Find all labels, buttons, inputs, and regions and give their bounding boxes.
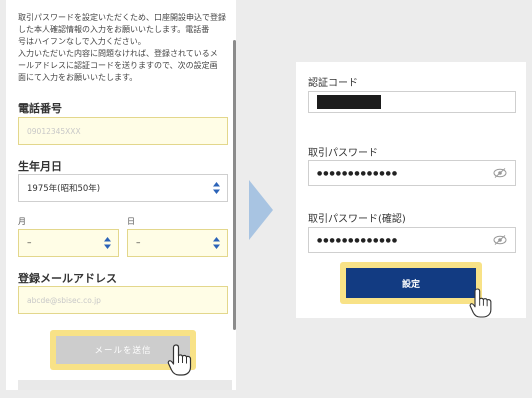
set-button-highlight: 設定 <box>340 262 482 304</box>
birthdate-label: 生年月日 <box>18 160 62 173</box>
birth-year-select[interactable]: 1975年(昭和50年) <box>18 174 228 202</box>
pointing-hand-icon <box>469 288 492 318</box>
email-label: 登録メールアドレス <box>18 272 117 285</box>
birth-year-value: 1975年(昭和50年) <box>27 184 101 194</box>
password-confirm-input[interactable]: ●●●●●●●●●●●●● <box>308 227 516 253</box>
chevron-updown-icon <box>213 237 220 249</box>
intro-line: 号はハイフンなしで入力ください。 <box>18 37 146 46</box>
password-input[interactable]: ●●●●●●●●●●●●● <box>308 160 516 186</box>
intro-line: 面にて入力をお願いいたします。 <box>18 73 138 82</box>
scrollbar[interactable] <box>233 40 236 330</box>
password-label: 取引パスワード <box>308 148 378 159</box>
day-label: 日 <box>127 217 135 226</box>
chevron-updown-icon <box>104 237 111 249</box>
intro-text: 取引パスワードを設定いただくため、口座開設申込で登録 した本人確認情報の入力をお… <box>18 12 232 84</box>
phone-input[interactable]: 09012345XXX <box>18 117 228 145</box>
phone-label: 電話番号 <box>18 102 62 115</box>
pointing-hand-icon <box>167 344 192 376</box>
intro-line: した本人確認情報の入力をお願いいたします。電話番 <box>18 25 210 34</box>
birth-day-value: – <box>136 238 141 248</box>
right-arrow-icon <box>249 180 273 240</box>
right-form-screen: 認証コード 取引パスワード ●●●●●●●●●●●●● 取引パスワード(確認) … <box>296 62 526 318</box>
birth-month-select[interactable]: – <box>18 229 119 257</box>
intro-line: 入力いただいた内容に問題なければ、登録されているメ <box>18 49 218 58</box>
password-confirm-value: ●●●●●●●●●●●●● <box>317 236 399 244</box>
intro-line: ールアドレスに認証コードを送りますので、次の設定画 <box>18 61 218 70</box>
password-value: ●●●●●●●●●●●●● <box>317 169 399 177</box>
birth-day-select[interactable]: – <box>127 229 228 257</box>
password-confirm-label: 取引パスワード(確認) <box>308 214 406 225</box>
bottom-strip <box>18 380 232 390</box>
eye-slash-icon[interactable] <box>493 235 507 245</box>
verification-code-input[interactable] <box>308 91 516 113</box>
month-label: 月 <box>18 217 26 226</box>
redacted-code <box>317 95 381 109</box>
birth-month-value: – <box>27 238 32 248</box>
left-form-screen: 取引パスワードを設定いただくため、口座開設申込で登録 した本人確認情報の入力をお… <box>6 0 236 390</box>
email-placeholder: abcde@sbisec.co.jp <box>27 295 101 305</box>
verification-code-label: 認証コード <box>308 78 358 89</box>
eye-slash-icon[interactable] <box>493 168 507 178</box>
chevron-updown-icon <box>213 182 220 194</box>
intro-line: 取引パスワードを設定いただくため、口座開設申込で登録 <box>18 13 226 22</box>
set-button[interactable]: 設定 <box>346 268 476 298</box>
phone-placeholder: 09012345XXX <box>27 126 81 136</box>
email-input[interactable]: abcde@sbisec.co.jp <box>18 286 228 314</box>
